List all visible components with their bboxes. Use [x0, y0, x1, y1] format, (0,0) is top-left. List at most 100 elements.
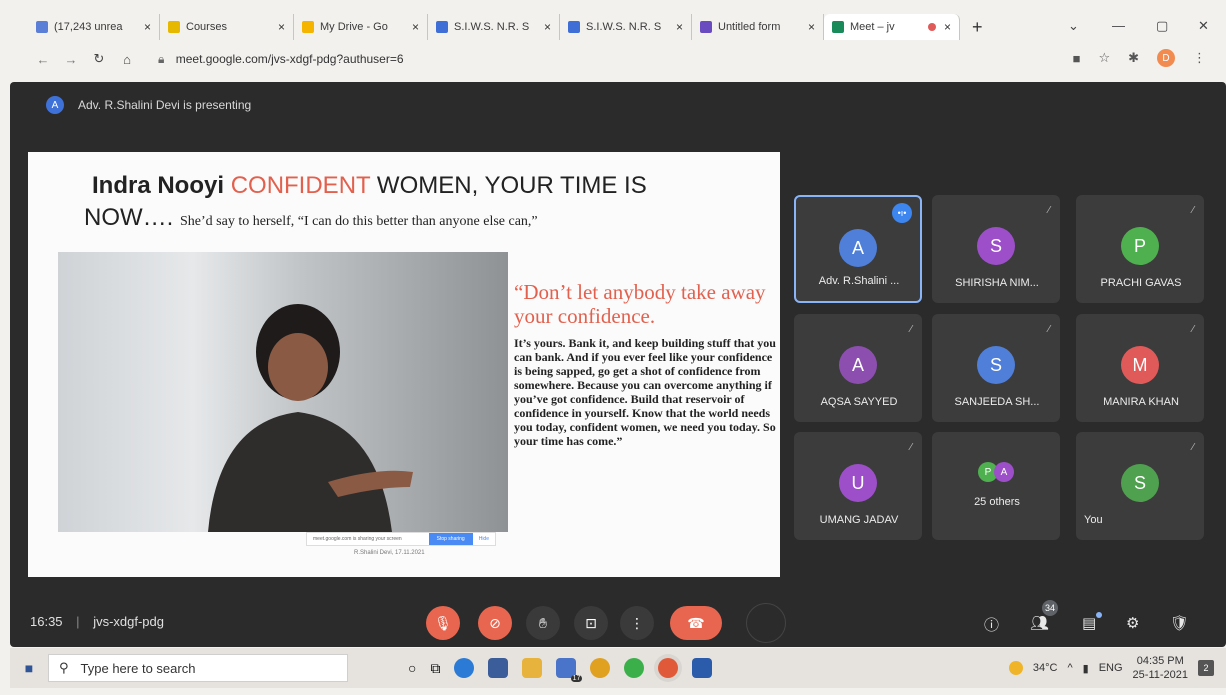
tab-meet[interactable]: Meet – jv × [824, 14, 960, 40]
tab-close-icon[interactable]: × [412, 20, 419, 34]
close-window-button[interactable]: ✕ [1198, 18, 1209, 34]
host-controls-icon[interactable]: 🛡︎ [1170, 614, 1189, 632]
participant-tile[interactable]: ⁄ S SANJEEDA SH... [932, 314, 1060, 422]
minimize-button[interactable]: — [1112, 18, 1125, 33]
forms-icon [700, 21, 712, 33]
tab-close-icon[interactable]: × [144, 20, 151, 34]
self-tile[interactable]: ⁄ S You [1076, 432, 1204, 540]
camera-toggle-button[interactable]: ⊘ [478, 606, 512, 640]
others-tile[interactable]: P A 25 others [932, 432, 1060, 540]
raise-hand-button[interactable]: ✋︎ [526, 606, 560, 640]
participant-name: PRACHI GAVAS [1100, 277, 1182, 289]
whatsapp-icon[interactable] [624, 658, 645, 678]
back-arrow-icon[interactable]: ← [32, 52, 54, 67]
windows-start-icon[interactable]: ■ [10, 660, 48, 676]
tab-siws-1[interactable]: S.I.W.S. N.R. S × [428, 14, 560, 40]
taskbar-search[interactable]: ⚲ Type here to search [48, 654, 348, 682]
profile-avatar[interactable]: D [1157, 49, 1175, 67]
people-icon[interactable]: 👥︎ [1030, 614, 1049, 632]
participant-avatar: A [839, 346, 877, 384]
notifications-count[interactable]: 2 [1198, 660, 1214, 676]
more-options-button[interactable]: ⋮ [620, 606, 654, 640]
camera-icon[interactable]: ■ [1073, 51, 1081, 66]
participant-avatar: S [977, 346, 1015, 384]
task-view-icon[interactable]: ⧉ [430, 660, 440, 677]
leave-call-button[interactable]: ☎︎ [670, 606, 722, 640]
tab-close-icon[interactable]: × [944, 20, 951, 34]
tab-title: S.I.W.S. N.R. S [454, 21, 530, 33]
menu-kebab-icon[interactable]: ⋮ [1193, 50, 1206, 66]
stop-sharing-button[interactable]: Stop sharing [428, 533, 473, 545]
mail-icon [36, 21, 48, 33]
cortana-icon[interactable]: ○ [408, 660, 416, 676]
tab-search-icon[interactable]: ⌄ [1068, 18, 1079, 34]
share-strip-text: meet.google.com is sharing your screen [313, 536, 402, 542]
activities-icon[interactable]: ⚙︎ [1126, 614, 1139, 632]
mic-off-icon: ⁄ [1192, 324, 1194, 335]
tab-title: S.I.W.S. N.R. S [586, 21, 662, 33]
present-button[interactable]: ⊡ [574, 606, 608, 640]
slide-title: Indra Nooyi CONFIDENT WOMEN, YOUR TIME I… [92, 172, 647, 200]
new-tab-button[interactable]: + [972, 17, 983, 38]
file-explorer-icon[interactable] [522, 658, 543, 678]
system-clock[interactable]: 04:35 PM 25-11-2021 [1133, 654, 1188, 682]
participant-tile[interactable]: ⁄ S SHIRISHA NIM... [932, 195, 1060, 303]
presenting-text: Adv. R.Shalini Devi is presenting [78, 98, 252, 112]
mic-toggle-button[interactable]: 🎙︎ [426, 606, 460, 640]
presenter-avatar: A [46, 96, 64, 114]
mic-off-icon: 🎙︎ [434, 614, 452, 631]
presentation-slide: Indra Nooyi CONFIDENT WOMEN, YOUR TIME I… [28, 152, 780, 577]
star-icon[interactable]: ☆ [1098, 50, 1110, 66]
others-count: 25 others [974, 496, 1020, 508]
tab-close-icon[interactable]: × [808, 20, 815, 34]
docs-icon [436, 21, 448, 33]
battery-icon[interactable]: ▮ [1083, 662, 1089, 675]
tab-courses[interactable]: Courses × [160, 14, 294, 40]
participant-avatar: U [839, 464, 877, 502]
mail-app-icon[interactable]: 17 [556, 658, 583, 682]
participant-tile[interactable]: ⁄ A AQSA SAYYED [794, 314, 922, 422]
tab-drive[interactable]: My Drive - Go × [294, 14, 428, 40]
mic-off-icon: ⁄ [1192, 205, 1194, 216]
tab-title: (17,243 unrea [54, 21, 123, 33]
extensions-icon[interactable]: ✱ [1128, 50, 1139, 66]
mic-off-icon: ⁄ [1048, 324, 1050, 335]
system-tray: 34°C ^ ▮ ENG 04:35 PM 25-11-2021 2 [1008, 654, 1214, 682]
tab-siws-2[interactable]: S.I.W.S. N.R. S × [560, 14, 692, 40]
participant-name: SHIRISHA NIM... [955, 277, 1039, 289]
forward-arrow-icon[interactable]: → [60, 52, 82, 67]
participant-name: AQSA SAYYED [820, 396, 898, 408]
speaker-photo [58, 252, 508, 532]
maximize-button[interactable]: ▢ [1156, 18, 1168, 34]
language-indicator[interactable]: ENG [1099, 662, 1123, 674]
participant-avatar: P [1121, 227, 1159, 265]
lock-icon: 🔒︎ [158, 51, 165, 66]
participant-tile[interactable]: ⁄ M MANIRA KHAN [1076, 314, 1204, 422]
word-icon[interactable] [692, 658, 713, 678]
tab-close-icon[interactable]: × [676, 20, 683, 34]
tab-gmail[interactable]: (17,243 unrea × [28, 14, 160, 40]
tab-close-icon[interactable]: × [278, 20, 285, 34]
screen-share-strip: meet.google.com is sharing your screen S… [306, 532, 496, 546]
participant-tile[interactable]: ⁄ U UMANG JADAV [794, 432, 922, 540]
meeting-details-icon[interactable]: ⓘ [984, 614, 999, 635]
edge-icon[interactable] [454, 658, 475, 678]
mail-badge: 17 [570, 675, 583, 682]
url-field[interactable]: 🔒︎ meet.google.com/jvs-xdgf-pdg?authuser… [158, 52, 404, 67]
reload-icon[interactable]: ↻ [88, 51, 110, 67]
participant-tile[interactable]: ⁄ P PRACHI GAVAS [1076, 195, 1204, 303]
present-screen-icon: ⊡ [585, 614, 597, 631]
participant-tile[interactable]: •ı• A Adv. R.Shalini ... [794, 195, 922, 303]
chat-icon[interactable]: ▤ [1082, 614, 1096, 632]
slide-title-line2: NOW…. She’d say to herself, “I can do th… [84, 204, 538, 232]
store-icon[interactable] [488, 658, 509, 678]
participant-avatar: S [1121, 464, 1159, 502]
tab-untitled-form[interactable]: Untitled form × [692, 14, 824, 40]
tab-close-icon[interactable]: × [544, 20, 551, 34]
home-icon[interactable]: ⌂ [116, 52, 138, 67]
chrome-icon[interactable] [590, 658, 611, 678]
hide-button[interactable]: Hide [473, 536, 495, 542]
mic-off-icon: ⁄ [1048, 205, 1050, 216]
chevron-up-icon[interactable]: ^ [1067, 662, 1072, 674]
chrome-active-icon[interactable] [658, 658, 679, 678]
